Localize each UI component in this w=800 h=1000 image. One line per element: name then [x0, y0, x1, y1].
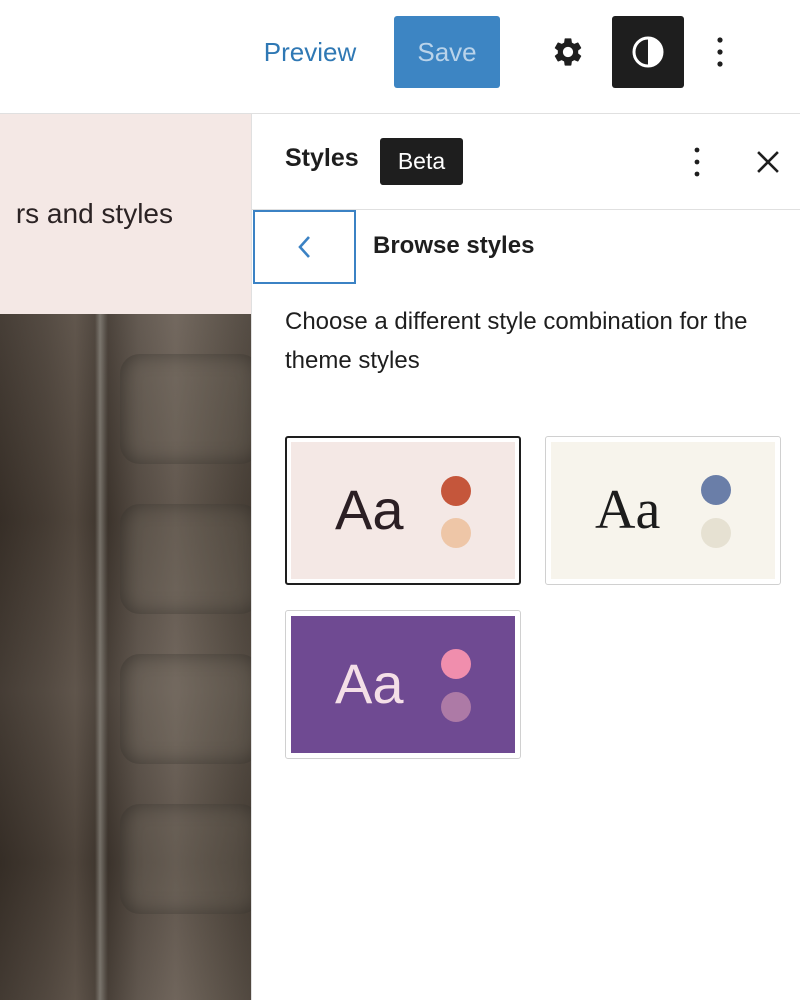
save-button[interactable]: Save — [394, 16, 500, 88]
chevron-left-icon — [297, 236, 310, 258]
preview-button[interactable]: Preview — [250, 16, 370, 88]
image-texture — [120, 804, 251, 914]
gear-icon — [554, 38, 582, 66]
style-variation-preview: Aa — [551, 442, 775, 579]
sidebar-header: Styles Beta — [252, 114, 800, 210]
secondary-color-swatch — [701, 518, 731, 548]
typography-sample: Aa — [595, 479, 661, 541]
options-button[interactable] — [700, 16, 740, 88]
half-circle-contrast-icon — [632, 36, 664, 68]
styles-toggle-button[interactable] — [612, 16, 684, 88]
secondary-color-swatch — [441, 518, 471, 548]
image-texture — [120, 654, 251, 764]
secondary-color-swatch — [441, 692, 471, 722]
image-texture — [120, 354, 251, 464]
styles-sidebar: Styles Beta Browse styles Choose a diffe… — [251, 114, 800, 1000]
settings-button[interactable] — [538, 16, 598, 88]
sidebar-title: Styles — [285, 144, 359, 172]
styles-navigation: Browse styles — [252, 210, 800, 284]
primary-color-swatch — [441, 649, 471, 679]
style-variation-preview: Aa — [291, 442, 515, 579]
back-button[interactable] — [253, 210, 356, 284]
primary-color-swatch — [701, 475, 731, 505]
canvas-heading-text: rs and styles — [15, 198, 173, 229]
vertical-ellipsis-icon — [717, 37, 723, 67]
canvas-header-block: rs and styles — [0, 114, 251, 314]
style-variation-2[interactable]: Aa — [545, 436, 781, 585]
sidebar-close-button[interactable] — [748, 138, 788, 186]
browse-styles-description: Choose a different style combination for… — [285, 308, 748, 374]
style-variation-preview: Aa — [291, 616, 515, 753]
typography-sample: Aa — [335, 478, 404, 541]
editor-toolbar: Preview Save — [0, 0, 800, 114]
primary-color-swatch — [441, 476, 471, 506]
editor-canvas[interactable]: rs and styles — [0, 114, 251, 1000]
typography-sample: Aa — [335, 652, 404, 715]
close-icon — [757, 151, 779, 173]
vertical-ellipsis-icon — [694, 147, 700, 177]
sidebar-options-button[interactable] — [677, 138, 717, 186]
style-variation-3[interactable]: Aa — [285, 610, 521, 759]
image-texture — [120, 504, 251, 614]
canvas-cover-image — [0, 314, 251, 1000]
browse-styles-title: Browse styles — [373, 232, 535, 259]
beta-badge: Beta — [380, 138, 463, 185]
style-variation-1[interactable]: Aa — [285, 436, 521, 585]
